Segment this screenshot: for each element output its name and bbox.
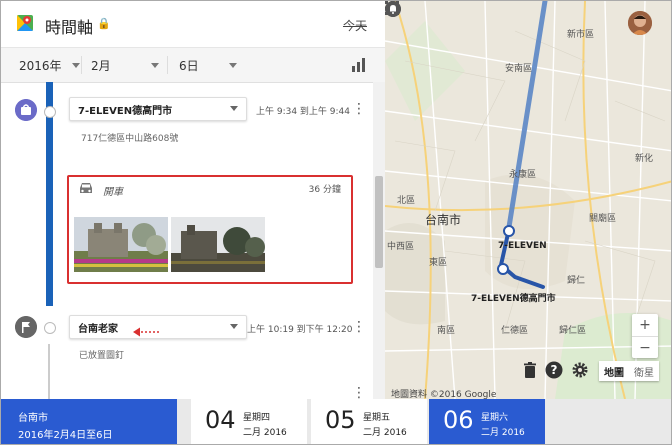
divider bbox=[81, 56, 82, 74]
day-month: 二月 2016 bbox=[481, 428, 525, 438]
day-number: 06 bbox=[443, 406, 474, 434]
shopping-bag-icon bbox=[15, 99, 37, 121]
map-label: 南區 bbox=[437, 326, 456, 336]
month-value: 2月 bbox=[91, 59, 111, 73]
arrow-left-icon bbox=[133, 327, 161, 337]
notifications-icon[interactable] bbox=[385, 1, 401, 17]
map-label: 新化 bbox=[635, 154, 654, 164]
flag-icon bbox=[15, 316, 37, 338]
bar-chart-icon[interactable] bbox=[351, 58, 367, 72]
chevron-down-icon bbox=[230, 106, 238, 111]
car-icon bbox=[80, 183, 92, 193]
page-title: 時間軸 bbox=[45, 18, 94, 37]
map-label: 安南區 bbox=[505, 64, 533, 74]
more-options-icon[interactable]: ⋮ bbox=[352, 102, 366, 116]
day-weekday: 星期六 bbox=[481, 413, 509, 423]
trip-card[interactable]: 開車 36 分鐘 bbox=[67, 175, 353, 284]
zoom-out-button[interactable]: − bbox=[632, 337, 658, 359]
day-month: 二月 2016 bbox=[363, 428, 407, 438]
trip-photo[interactable] bbox=[171, 217, 265, 272]
today-button[interactable]: 今天 bbox=[343, 17, 367, 34]
map-type-satellite-button[interactable]: 衛星 bbox=[629, 361, 659, 381]
visit-time[interactable]: 上午 9:34 到上午 9:44 bbox=[256, 104, 350, 117]
trip-duration: 36 分鐘 bbox=[308, 185, 341, 195]
day-dropdown[interactable]: 6日 bbox=[179, 57, 237, 74]
month-dropdown[interactable]: 2月 bbox=[91, 57, 159, 74]
timeline-dot bbox=[44, 322, 56, 334]
help-icon[interactable]: ? bbox=[545, 361, 563, 379]
date-range: 2016年2月4日至6日 bbox=[18, 430, 113, 441]
day-strip: 台南市 2016年2月4日至6日 04 星期四 二月 2016 05 星期五 二… bbox=[1, 399, 671, 444]
day-number: 04 bbox=[205, 406, 236, 434]
timeline-dot bbox=[44, 106, 56, 118]
location-summary[interactable]: 台南市 2016年2月4日至6日 bbox=[1, 399, 177, 444]
year-dropdown[interactable]: 2016年 bbox=[19, 57, 80, 74]
place-name: 台南老家 bbox=[78, 324, 118, 335]
svg-text:?: ? bbox=[551, 363, 558, 377]
timeline-list: 7-ELEVEN德高門市 上午 9:34 到上午 9:44 ⋮ 717仁德區中山… bbox=[1, 82, 373, 399]
zoom-control: + − bbox=[632, 314, 658, 358]
travel-mode: 開車 bbox=[103, 187, 123, 198]
timeline-panel: 時間軸 🔒 今天 2016年 2月 6日 7-ELEVEN德高門市 上午 9:3… bbox=[1, 1, 385, 399]
day-month: 二月 2016 bbox=[243, 428, 287, 438]
map-attribution[interactable]: 地圖資料 ©2016 Google bbox=[391, 387, 496, 399]
place-dropdown[interactable]: 7-ELEVEN德高門市 bbox=[69, 97, 247, 121]
place-note: 已放置圖釘 bbox=[79, 351, 125, 361]
place-address: 717仁德區中山路608號 bbox=[81, 134, 179, 144]
day-card-06[interactable]: 06 星期六 二月 2016 bbox=[429, 399, 545, 444]
map-place-label[interactable]: 7-ELEVEN德高門市 bbox=[471, 291, 556, 304]
settings-icon[interactable] bbox=[571, 361, 589, 379]
day-number: 05 bbox=[325, 406, 356, 434]
place-name: 7-ELEVEN德高門市 bbox=[78, 106, 173, 117]
scrollbar-thumb[interactable] bbox=[375, 176, 383, 268]
map-label: 歸仁 bbox=[567, 276, 586, 286]
timeline-app: 時間軸 🔒 今天 2016年 2月 6日 7-ELEVEN德高門市 上午 9:3… bbox=[0, 0, 672, 445]
map-label: 東區 bbox=[429, 258, 448, 268]
chevron-down-icon bbox=[230, 324, 238, 329]
timeline-track bbox=[48, 344, 50, 399]
trip-photo[interactable] bbox=[74, 217, 168, 272]
map-label: 新市區 bbox=[567, 30, 595, 40]
map-label: 台南市 bbox=[425, 213, 462, 227]
chevron-down-icon bbox=[71, 63, 80, 68]
map-view[interactable]: 新市區 台南市 北區 東區 中西區 南區 永康區 仁德區 歸仁區 安南區 關廟區… bbox=[385, 1, 671, 399]
zoom-in-button[interactable]: + bbox=[632, 314, 658, 336]
map-label: 仁德區 bbox=[501, 326, 529, 336]
day-weekday: 星期五 bbox=[363, 413, 391, 423]
location-city: 台南市 bbox=[18, 413, 48, 424]
map-type-map-button[interactable]: 地圖 bbox=[599, 361, 629, 381]
more-options-icon[interactable]: ⋮ bbox=[352, 320, 366, 334]
map-label: 關廟區 bbox=[589, 214, 617, 224]
map-place-label[interactable]: 7-ELEVEN bbox=[498, 241, 547, 251]
map-label: 永康區 bbox=[509, 170, 537, 180]
trash-icon[interactable] bbox=[521, 361, 539, 379]
map-label: 歸仁區 bbox=[559, 326, 587, 336]
google-maps-logo-icon[interactable] bbox=[17, 15, 33, 33]
lock-icon: 🔒 bbox=[97, 17, 111, 30]
more-options-icon[interactable]: ⋮ bbox=[352, 386, 366, 399]
visit-time[interactable]: 上午 10:19 到下午 12:20 bbox=[247, 322, 352, 335]
day-card-05[interactable]: 05 星期五 二月 2016 bbox=[311, 399, 427, 444]
app-header: 時間軸 🔒 今天 bbox=[1, 1, 385, 47]
map-label: 北區 bbox=[397, 196, 416, 206]
divider bbox=[167, 56, 168, 74]
map-type-toggle: 地圖 衛星 bbox=[599, 361, 659, 381]
date-selector: 2016年 2月 6日 bbox=[1, 47, 385, 83]
day-weekday: 星期四 bbox=[243, 413, 271, 423]
chevron-down-icon bbox=[150, 63, 159, 68]
chevron-down-icon bbox=[228, 63, 237, 68]
map-label: 中西區 bbox=[387, 242, 415, 252]
year-value: 2016年 bbox=[19, 59, 62, 73]
avatar[interactable] bbox=[628, 11, 652, 35]
day-value: 6日 bbox=[179, 59, 199, 73]
scrollbar[interactable] bbox=[373, 82, 385, 399]
day-card-04[interactable]: 04 星期四 二月 2016 bbox=[191, 399, 307, 444]
